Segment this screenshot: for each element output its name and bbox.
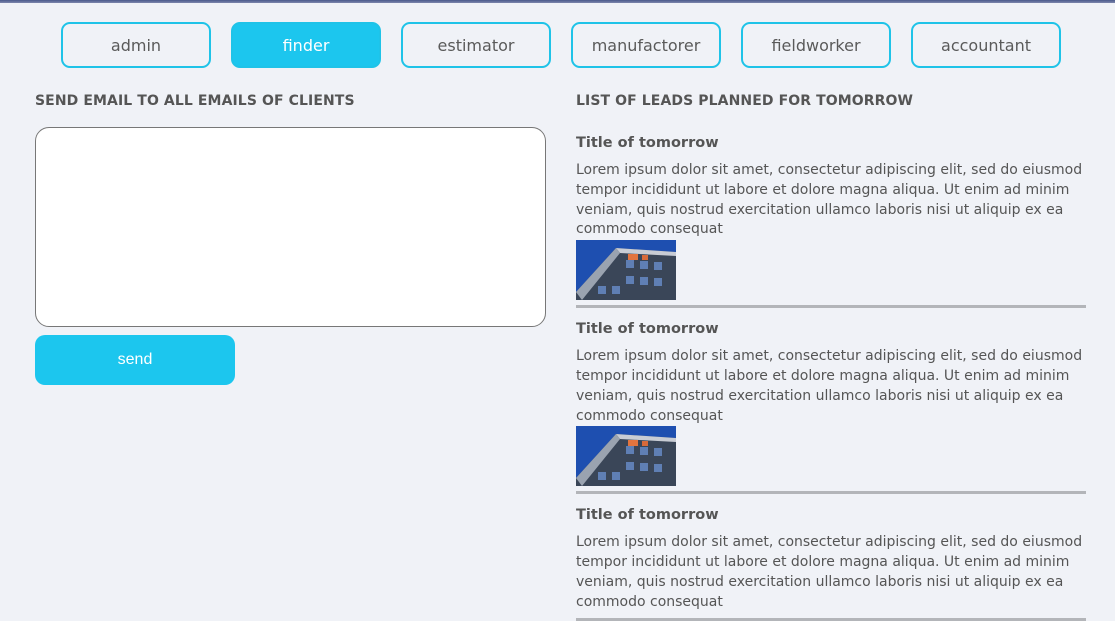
lead-item: Title of tomorrow Lorem ipsum dolor sit … <box>576 308 1086 495</box>
leads-section: LIST OF LEADS PLANNED FOR TOMORROW Title… <box>576 93 1086 621</box>
lead-title: Title of tomorrow <box>576 507 719 524</box>
send-button[interactable]: send <box>35 335 235 385</box>
role-button-admin[interactable]: admin <box>61 22 211 68</box>
leads-section-title: LIST OF LEADS PLANNED FOR TOMORROW <box>576 93 914 109</box>
lead-item: Title of tomorrow Lorem ipsum dolor sit … <box>576 494 1086 621</box>
lead-title: Title of tomorrow <box>576 135 719 151</box>
role-button-accountant[interactable]: accountant <box>911 22 1061 68</box>
top-border <box>0 0 1115 3</box>
role-button-estimator[interactable]: estimator <box>401 22 551 68</box>
role-tabs: admin finder estimator manufactorer fiel… <box>61 22 1061 68</box>
lead-description: Lorem ipsum dolor sit amet, consectetur … <box>576 534 1083 610</box>
building-image <box>576 240 676 301</box>
email-textarea[interactable] <box>35 127 546 327</box>
lead-title: Title of tomorrow <box>576 321 719 338</box>
role-button-manufactorer[interactable]: manufactorer <box>571 22 721 68</box>
role-button-fieldworker[interactable]: fieldworker <box>741 22 891 68</box>
email-section-title: SEND EMAIL TO ALL EMAILS OF CLIENTS <box>35 93 355 109</box>
building-image <box>576 426 676 487</box>
lead-description: Lorem ipsum dolor sit amet, consectetur … <box>576 348 1083 424</box>
email-section: SEND EMAIL TO ALL EMAILS OF CLIENTS send <box>35 93 546 385</box>
role-button-finder[interactable]: finder <box>231 22 381 68</box>
lead-item: Title of tomorrow Lorem ipsum dolor sit … <box>576 109 1086 309</box>
lead-description: Lorem ipsum dolor sit amet, consectetur … <box>576 162 1083 238</box>
